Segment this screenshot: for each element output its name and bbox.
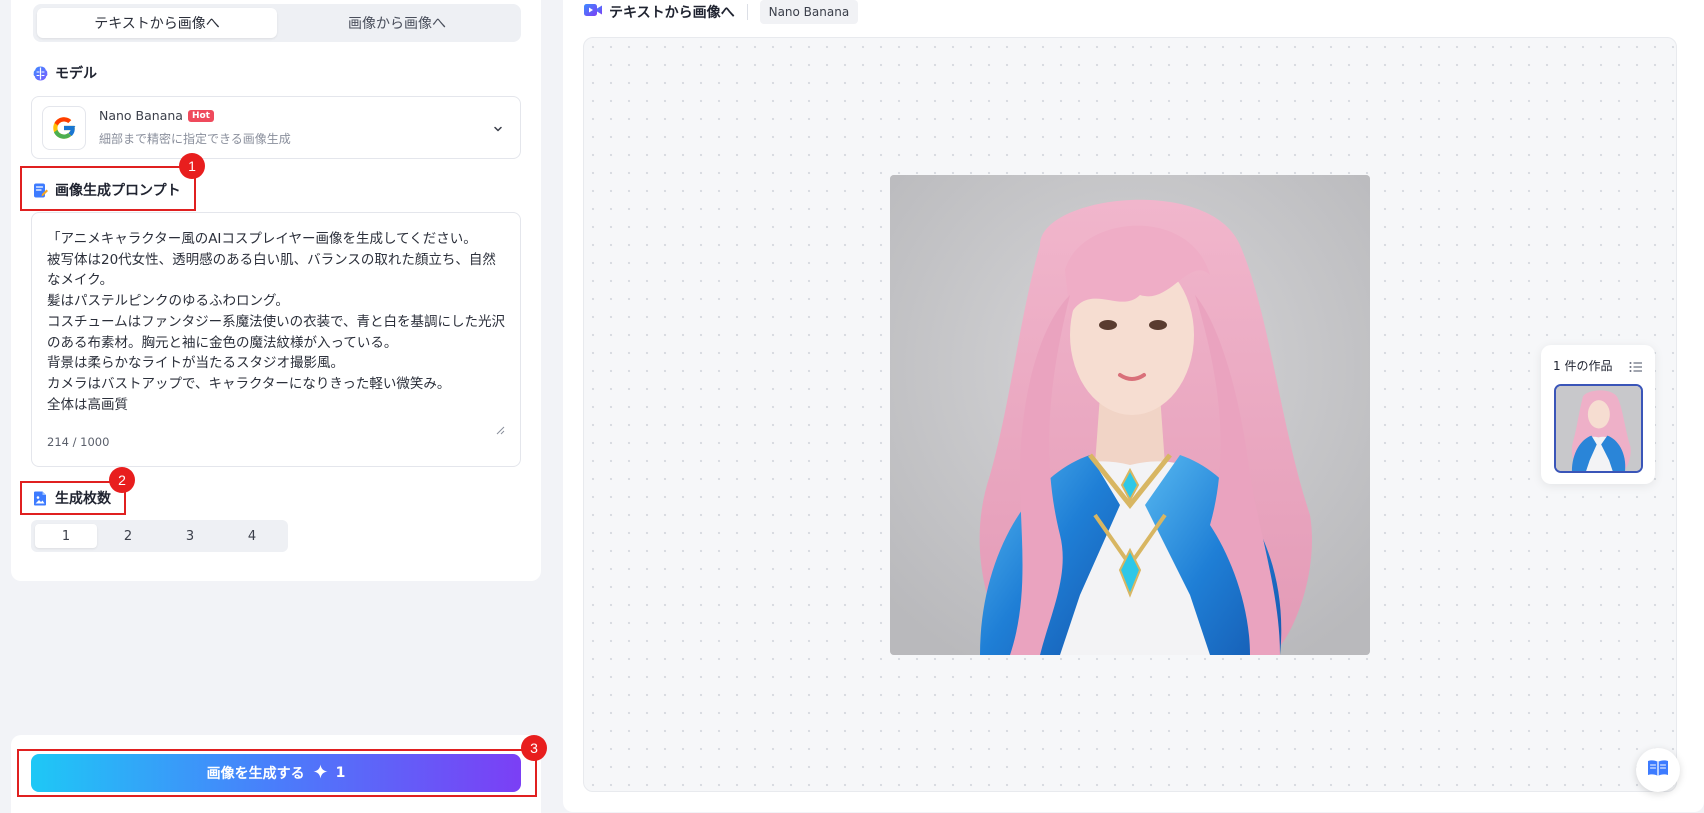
model-chip: Nano Banana [759, 0, 859, 24]
annotation-number-3: 3 [521, 735, 547, 761]
model-description: 細部まで精密に指定できる画像生成 [99, 132, 291, 146]
result-title: テキストから画像へ [583, 2, 735, 22]
char-counter: 214 / 1000 [47, 435, 110, 449]
google-logo-icon [42, 105, 86, 150]
model-name: Nano Banana [99, 108, 183, 123]
count-option-2[interactable]: 2 [97, 524, 159, 548]
works-count-label: 1 件の作品 [1553, 359, 1613, 373]
mode-tabs: テキストから画像へ 画像から画像へ [33, 4, 521, 42]
brain-icon [32, 65, 49, 82]
count-option-4[interactable]: 4 [221, 524, 283, 548]
works-panel: 1 件の作品 [1541, 345, 1655, 484]
list-icon[interactable] [1629, 358, 1643, 377]
model-section-title: モデル [32, 63, 97, 83]
tab-text-to-image[interactable]: テキストから画像へ [37, 8, 277, 38]
model-selector[interactable]: Nano Banana Hot 細部まで精密に指定できる画像生成 [31, 96, 521, 159]
prompt-textarea[interactable]: 「アニメキャラクター風のAIコスプレイヤー画像を生成してください。 被写体は20… [31, 212, 521, 467]
tab-image-to-image[interactable]: 画像から画像へ [277, 8, 517, 38]
work-thumbnail[interactable] [1554, 384, 1643, 473]
generated-image[interactable] [890, 175, 1370, 655]
image-count-selector: 1 2 3 4 [31, 520, 288, 552]
book-icon [1646, 758, 1670, 782]
count-option-3[interactable]: 3 [159, 524, 221, 548]
video-camera-icon [583, 2, 603, 22]
result-header: テキストから画像へ Nano Banana [583, 0, 859, 24]
model-section-label: モデル [55, 66, 97, 82]
annotation-box-3 [17, 749, 537, 797]
annotation-box-1 [20, 166, 196, 211]
prompt-text: 「アニメキャラクター風のAIコスプレイヤー画像を生成してください。 被写体は20… [47, 231, 506, 413]
header-divider [746, 4, 748, 20]
annotation-number-1: 1 [179, 153, 205, 179]
result-title-text: テキストから画像へ [609, 5, 735, 21]
hot-badge: Hot [187, 109, 214, 122]
resize-handle-icon[interactable] [496, 420, 505, 439]
chevron-down-icon[interactable] [492, 120, 504, 139]
count-option-1[interactable]: 1 [35, 524, 97, 548]
guide-book-button[interactable] [1636, 748, 1680, 792]
annotation-number-2: 2 [109, 467, 135, 493]
